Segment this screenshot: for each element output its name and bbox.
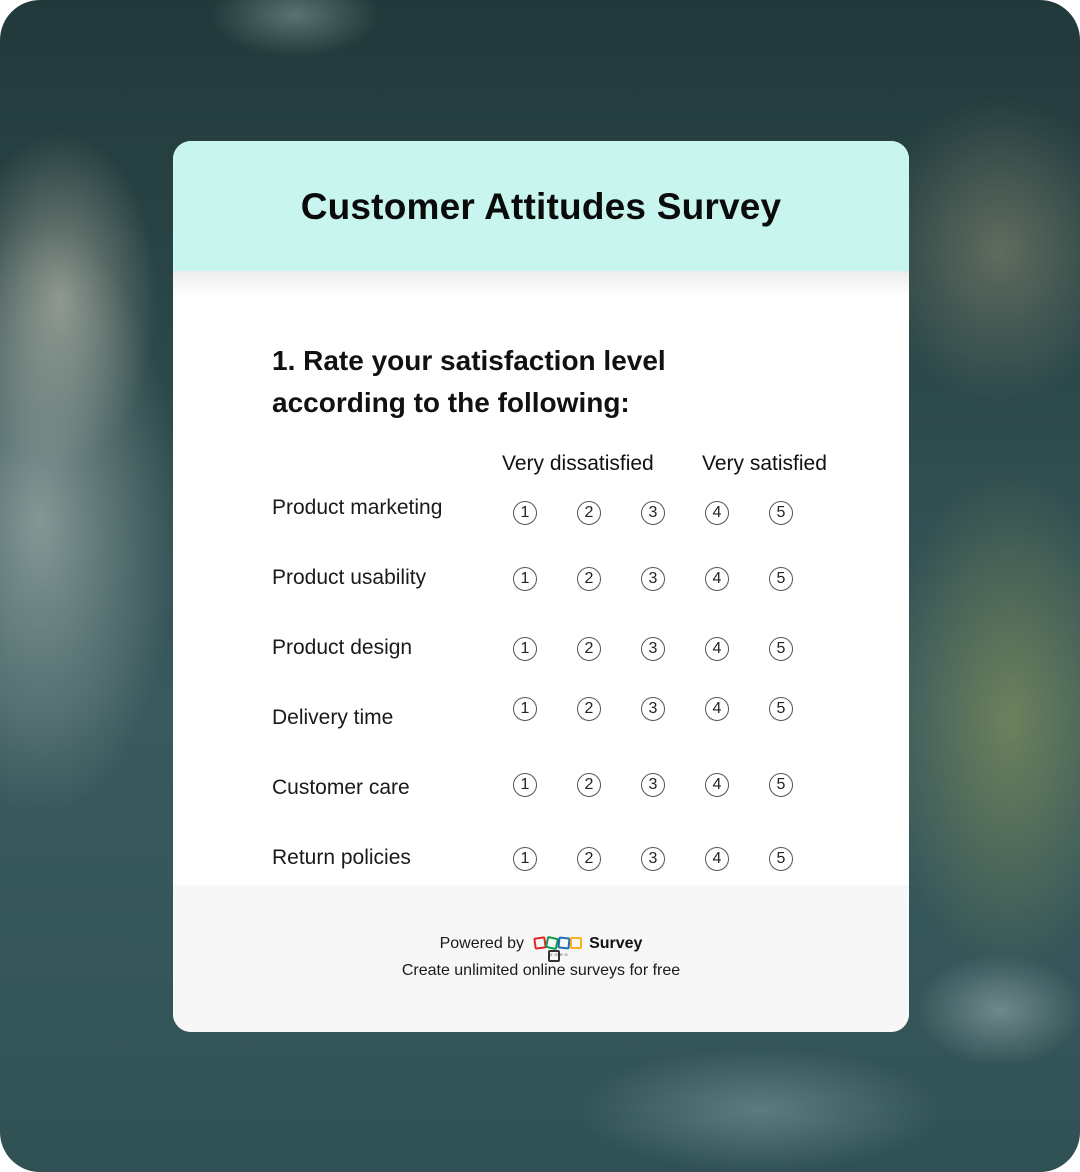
question-text: 1. Rate your satisfaction level accordin… — [272, 345, 666, 418]
rating-option-3[interactable]: 3 — [641, 567, 665, 591]
rating-option-5[interactable]: 5 — [769, 847, 793, 871]
rating-option-1[interactable]: 1 — [513, 637, 537, 661]
rating-option-4[interactable]: 4 — [705, 773, 729, 797]
scale-low-label: Very dissatisfied — [502, 452, 654, 475]
rating-option-2[interactable]: 2 — [577, 847, 601, 871]
rating-option-5[interactable]: 5 — [769, 697, 793, 721]
rating-option-4[interactable]: 4 — [705, 567, 729, 591]
scale-high-label: Very satisfied — [702, 452, 827, 475]
rating-option-3[interactable]: 3 — [641, 501, 665, 525]
row-label: Product design — [272, 636, 413, 659]
row-label: Product usability — [272, 566, 427, 589]
row-label: Delivery time — [272, 706, 394, 729]
rating-option-2[interactable]: 2 — [577, 773, 601, 797]
rating-option-5[interactable]: 5 — [769, 773, 793, 797]
rating-option-2[interactable]: 2 — [577, 567, 601, 591]
rating-option-5[interactable]: 5 — [769, 567, 793, 591]
footer: Powered by ZOHO Survey Create unlimited … — [173, 885, 909, 1032]
rating-option-4[interactable]: 4 — [705, 637, 729, 661]
rating-option-5[interactable]: 5 — [769, 637, 793, 661]
rating-option-1[interactable]: 1 — [513, 847, 537, 871]
brand-name: Survey — [589, 935, 643, 952]
row-label: Product marketing — [272, 496, 443, 519]
powered-by-text: Powered by — [439, 935, 525, 952]
zoho-logo-icon: ZOHO — [533, 935, 584, 962]
rating-option-1[interactable]: 1 — [513, 697, 537, 721]
rating-option-2[interactable]: 2 — [577, 697, 601, 721]
rating-option-3[interactable]: 3 — [641, 697, 665, 721]
rating-option-4[interactable]: 4 — [705, 501, 729, 525]
header-shadow — [173, 271, 909, 297]
rating-option-2[interactable]: 2 — [577, 501, 601, 525]
survey-header: Customer Attitudes Survey — [173, 141, 909, 271]
zoho-survey-logo[interactable]: ZOHO Survey — [533, 935, 643, 962]
rating-option-1[interactable]: 1 — [513, 567, 537, 591]
rating-option-5[interactable]: 5 — [769, 501, 793, 525]
rating-option-1[interactable]: 1 — [513, 501, 537, 525]
survey-card: Customer Attitudes Survey 1. Rate your s… — [173, 141, 909, 1032]
row-label: Return policies — [272, 846, 411, 869]
powered-by-line: Powered by ZOHO Survey — [173, 935, 909, 962]
row-label: Customer care — [272, 776, 410, 799]
rating-option-4[interactable]: 4 — [705, 697, 729, 721]
rating-option-4[interactable]: 4 — [705, 847, 729, 871]
rating-option-3[interactable]: 3 — [641, 847, 665, 871]
rating-option-3[interactable]: 3 — [641, 773, 665, 797]
rating-option-1[interactable]: 1 — [513, 773, 537, 797]
rating-option-3[interactable]: 3 — [641, 637, 665, 661]
scale-labels: Very dissatisfied Very satisfied — [173, 452, 909, 482]
survey-title: Customer Attitudes Survey — [300, 186, 782, 227]
rating-option-2[interactable]: 2 — [577, 637, 601, 661]
tagline-link[interactable]: Create unlimited online surveys for free — [173, 962, 909, 980]
